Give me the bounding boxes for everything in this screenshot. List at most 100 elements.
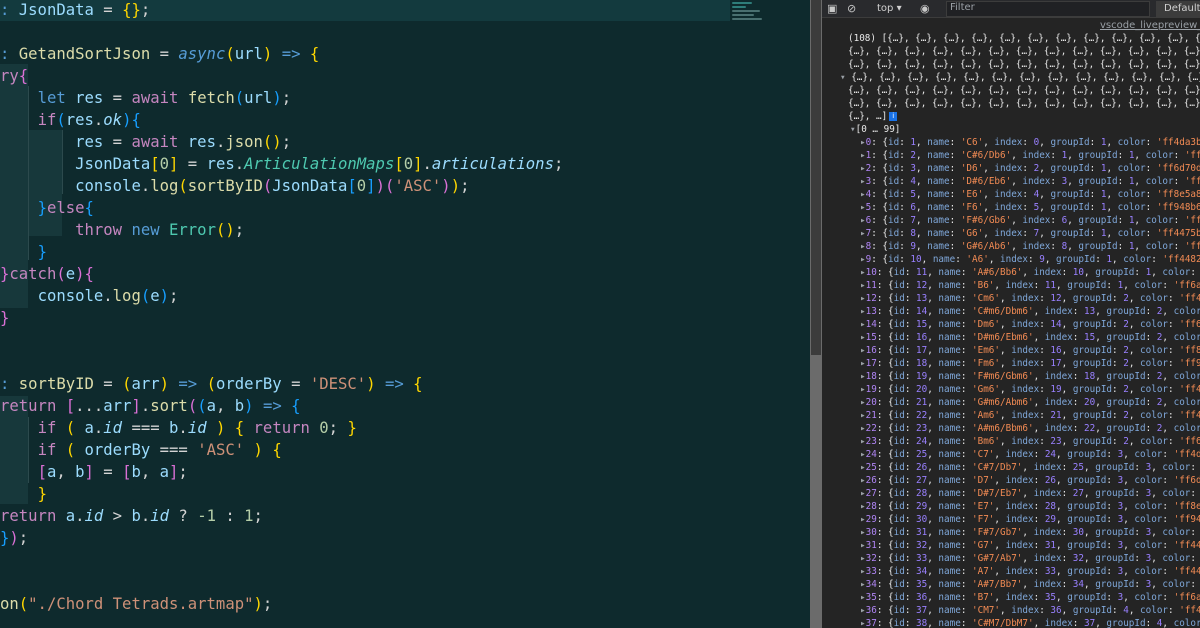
console-entry-row[interactable]: ▸36: {id: 37, name: 'CM7', index: 36, gr… [860, 604, 1200, 617]
code-token: : [0, 45, 19, 63]
console-token: index [1005, 501, 1034, 512]
console-token: , [1162, 332, 1174, 343]
code-line[interactable]: on("./Chord Tetrads.artmap"); [0, 593, 272, 615]
code-line[interactable]: } [0, 241, 47, 263]
console-array-summary-wrap[interactable]: {…}, {…}, {…}, {…}, {…}, {…}, {…}, {…}, … [848, 58, 1200, 71]
console-entry-row[interactable]: ▸28: {id: 29, name: 'E7', index: 28, gro… [860, 500, 1200, 513]
code-line[interactable]: ry{ [0, 65, 28, 87]
console-entry-row[interactable]: ▸5: {id: 6, name: 'F6', index: 5, groupI… [860, 201, 1200, 214]
console-entry-row[interactable]: ▸23: {id: 24, name: 'Bm6', index: 23, gr… [860, 435, 1200, 448]
console-token: , [1011, 241, 1023, 252]
console-entry-row[interactable]: ▸27: {id: 28, name: 'D#7/Eb7', index: 27… [860, 487, 1200, 500]
code-line[interactable]: : JsonData = {}; [0, 0, 150, 21]
code-line[interactable]: return a.id > b.id ? -1 : 1; [0, 505, 263, 527]
console-entry-row[interactable]: ▸13: {id: 14, name: 'C#m6/Dbm6', index: … [860, 305, 1200, 318]
code-token: ) [262, 45, 273, 63]
console-array-summary-wrap[interactable]: {…}, {…}, {…}, {…}, {…}, {…}, {…}, {…}, … [848, 97, 1200, 110]
code-line[interactable]: JsonData[0] = res.ArticulationMaps[0].ar… [0, 153, 563, 175]
console-entry-row[interactable]: ▸16: {id: 17, name: 'Em6', index: 16, gr… [860, 344, 1200, 357]
console-entry-row[interactable]: ▸35: {id: 36, name: 'B7', index: 35, gro… [860, 591, 1200, 604]
console-entry-row[interactable]: ▸9: {id: 10, name: 'A6', index: 9, group… [860, 253, 1200, 266]
code-editor[interactable]: : JsonData = {}; : GetandSortJson = async… [0, 0, 822, 628]
console-entry-row[interactable]: ▸14: {id: 15, name: 'Dm6', index: 14, gr… [860, 318, 1200, 331]
console-entry-row[interactable]: ▸18: {id: 19, name: 'F#m6/Gbm6', index: … [860, 370, 1200, 383]
eye-icon[interactable]: ◉ [920, 2, 930, 15]
console-entry-row[interactable]: ▸33: {id: 34, name: 'A7', index: 33, gro… [860, 565, 1200, 578]
console-entry-row[interactable]: ▸7: {id: 8, name: 'G6', index: 7, groupI… [860, 227, 1200, 240]
code-line[interactable]: }); [0, 527, 28, 549]
console-entry-row[interactable]: ▸26: {id: 27, name: 'D7', index: 26, gro… [860, 474, 1200, 487]
console-token: , [1056, 449, 1068, 460]
code-token: ) [159, 287, 170, 305]
code-line[interactable]: console.log(sortByID(JsonData[0])('ASC')… [0, 175, 469, 197]
code-line[interactable]: : GetandSortJson = async(url) => { [0, 43, 319, 65]
console-entry-row[interactable]: ▸1: {id: 2, name: 'C#6/Db6', index: 1, g… [860, 149, 1200, 162]
console-entry-row[interactable]: ▸29: {id: 30, name: 'F7', index: 29, gro… [860, 513, 1200, 526]
code-token: } [37, 243, 47, 261]
code-line[interactable]: return [...arr].sort((a, b) => { [0, 395, 301, 417]
context-selector[interactable]: top ▾ [877, 2, 902, 15]
console-entry-row[interactable]: ▸22: {id: 23, name: 'A#m6/Bbm6', index: … [860, 422, 1200, 435]
console-source-link[interactable]: vscode_livepreview_ [1100, 20, 1200, 31]
code-line[interactable]: [a, b] = [b, a]; [0, 461, 188, 483]
console-array-summary-wrap[interactable]: {…}, {…}, {…}, {…}, {…}, {…}, {…}, {…}, … [848, 45, 1200, 58]
code-line[interactable]: if ( a.id === b.id ) { return 0; } [0, 417, 357, 439]
console-token: id [893, 280, 905, 291]
console-token: : { [871, 189, 889, 200]
code-line[interactable]: console.log(e); [0, 285, 179, 307]
console-entry-row[interactable]: ▸17: {id: 18, name: 'Fm6', index: 17, gr… [860, 357, 1200, 370]
code-line[interactable]: throw new Error(); [0, 219, 244, 241]
code-token: . [93, 419, 104, 437]
console-token: 'ff948b61 [1156, 202, 1200, 213]
console-entry-row[interactable]: ▸34: {id: 35, name: 'A#7/Bb7', index: 34… [860, 578, 1200, 591]
console-entry-row[interactable]: ▸3: {id: 4, name: 'D#6/Eb6', index: 3, g… [860, 175, 1200, 188]
code-line[interactable]: } [0, 307, 9, 329]
console-entry-row[interactable]: ▸8: {id: 9, name: 'G#6/Ab6', index: 8, g… [860, 240, 1200, 253]
code-line[interactable]: }catch(e){ [0, 263, 94, 285]
console-entry-row[interactable]: ▸12: {id: 13, name: 'Cm6', index: 12, gr… [860, 292, 1200, 305]
editor-scrollbar-thumb[interactable] [811, 0, 821, 355]
code-line[interactable]: }else{ [0, 197, 94, 219]
code-line[interactable]: : sortByID = (arr) => (orderBy = 'DESC')… [0, 373, 423, 395]
console-entry-row[interactable]: ▸11: {id: 12, name: 'B6', index: 11, gro… [860, 279, 1200, 292]
console-filter-input[interactable]: Filter [946, 1, 1150, 17]
console-array-summary-wrap[interactable]: ▾ {…}, {…}, {…}, {…}, {…}, {…}, {…}, {…}… [840, 71, 1200, 84]
console-array-summary-tail[interactable]: {…}, …] i [848, 110, 898, 123]
code-line[interactable]: if(res.ok){ [0, 109, 141, 131]
console-entry-row[interactable]: ▸19: {id: 20, name: 'Gm6', index: 19, gr… [860, 383, 1200, 396]
console-token: : [1190, 488, 1197, 499]
info-badge-icon[interactable]: i [889, 112, 898, 121]
code-token: res [75, 89, 104, 107]
console-entry-row[interactable]: ▸6: {id: 7, name: 'F#6/Gb6', index: 6, g… [860, 214, 1200, 227]
console-entry-row[interactable]: ▸4: {id: 5, name: 'E6', index: 4, groupI… [860, 188, 1200, 201]
code-token: . [234, 155, 245, 173]
console-entry-row[interactable]: ▸31: {id: 32, name: 'G7', index: 31, gro… [860, 539, 1200, 552]
code-line[interactable]: } [0, 483, 47, 505]
log-levels-dropdown[interactable]: Default [1156, 1, 1200, 17]
console-entry-row[interactable]: ▸25: {id: 26, name: 'C#7/Db7', index: 25… [860, 461, 1200, 474]
clear-console-icon[interactable]: ⊘ [847, 2, 856, 15]
console-entry-row[interactable]: ▸32: {id: 33, name: 'G#7/Ab7', index: 32… [860, 552, 1200, 565]
console-entry-row[interactable]: ▸37: {id: 38, name: 'C#M7/DbM7', index: … [860, 617, 1200, 628]
console-entry-row[interactable]: ▸24: {id: 25, name: 'C7', index: 24, gro… [860, 448, 1200, 461]
sidebar-toggle-icon[interactable]: ▣ [827, 2, 837, 15]
code-token: . [140, 177, 151, 195]
console-token: color [1140, 384, 1169, 395]
code-line[interactable]: if ( orderBy === 'ASC' ) { [0, 439, 282, 461]
console-entry-row[interactable]: ▸15: {id: 16, name: 'D#m6/Ebm6', index: … [860, 331, 1200, 344]
console-array-summary-wrap[interactable]: {…}, {…}, {…}, {…}, {…}, {…}, {…}, {…}, … [848, 84, 1200, 97]
console-array-summary[interactable]: (108) [{…}, {…}, {…}, {…}, {…}, {…}, {…}… [848, 32, 1200, 45]
console-entry-row[interactable]: ▸21: {id: 22, name: 'Am6', index: 21, gr… [860, 409, 1200, 422]
code-line[interactable]: res = await res.json(); [0, 131, 291, 153]
console-token: color [1117, 137, 1146, 148]
console-group-range[interactable]: ▾[0 … 99] [850, 123, 900, 136]
code-token: ) [75, 265, 85, 283]
minimap[interactable] [730, 0, 810, 628]
console-entry-row[interactable]: ▸20: {id: 21, name: 'G#m6/Abm6', index: … [860, 396, 1200, 409]
console-entry-row[interactable]: ▸2: {id: 3, name: 'D6', index: 2, groupI… [860, 162, 1200, 175]
code-token: => [178, 375, 198, 393]
code-line[interactable]: let res = await fetch(url); [0, 87, 292, 109]
console-entry-row[interactable]: ▸10: {id: 11, name: 'A#6/Bb6', index: 10… [860, 266, 1200, 279]
console-entry-row[interactable]: ▸30: {id: 31, name: 'F#7/Gb7', index: 30… [860, 526, 1200, 539]
console-entry-row[interactable]: ▸0: {id: 1, name: 'C6', index: 0, groupI… [860, 136, 1200, 149]
